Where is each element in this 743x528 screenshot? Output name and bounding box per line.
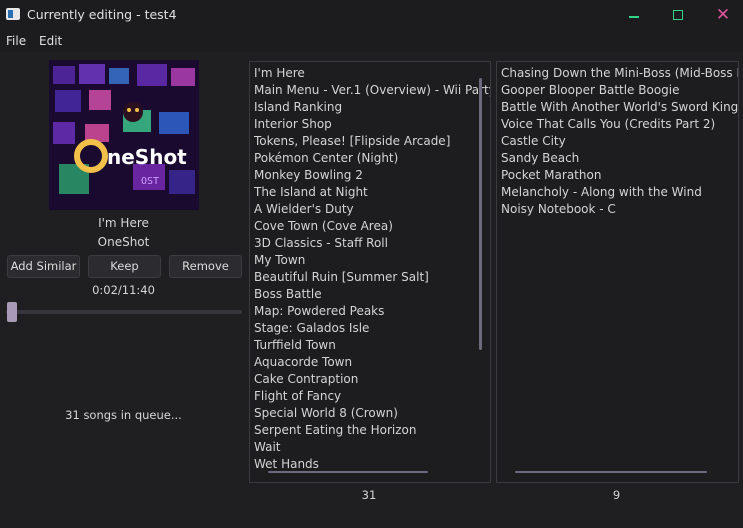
list-item[interactable]: Tokens, Please! [Flipside Arcade]: [254, 133, 490, 150]
list-item[interactable]: Pocket Marathon: [501, 167, 738, 184]
kept-list-hscrollbar[interactable]: [515, 471, 707, 473]
list-item[interactable]: Beautiful Ruin [Summer Salt]: [254, 269, 490, 286]
list-item[interactable]: Aquacorde Town: [254, 354, 490, 371]
list-item[interactable]: Noisy Notebook - C: [501, 201, 738, 218]
queue-list-hscrollbar[interactable]: [268, 471, 428, 473]
keep-button[interactable]: Keep: [88, 255, 161, 278]
menu-edit[interactable]: Edit: [39, 34, 62, 48]
time-display: 0:02/11:40: [92, 283, 155, 297]
album-art: neShot OST: [49, 60, 199, 210]
close-icon[interactable]: ✕: [713, 5, 733, 25]
list-item[interactable]: Castle City: [501, 133, 738, 150]
kept-count: 9: [612, 488, 621, 502]
menu-file[interactable]: File: [6, 34, 26, 48]
queue-count: 31: [361, 488, 377, 502]
list-item[interactable]: Main Menu - Ver.1 (Overview) - Wii Party: [254, 82, 490, 99]
player-panel: neShot OST I'm Here OneShot Add Similar …: [0, 52, 247, 528]
add-similar-button[interactable]: Add Similar: [7, 255, 80, 278]
queue-status: 31 songs in queue...: [65, 408, 182, 422]
list-item[interactable]: Pokémon Center (Night): [254, 150, 490, 167]
list-item[interactable]: Cove Town (Cove Area): [254, 218, 490, 235]
list-item[interactable]: Interior Shop: [254, 116, 490, 133]
window-title: Currently editing - test4: [27, 7, 177, 22]
list-item[interactable]: Special World 8 (Crown): [254, 405, 490, 422]
list-item[interactable]: Sandy Beach: [501, 150, 738, 167]
list-item[interactable]: 3D Classics - Staff Roll: [254, 235, 490, 252]
current-song-artist: OneShot: [97, 235, 150, 249]
menu-bar: File Edit: [0, 30, 743, 52]
list-item[interactable]: Boss Battle: [254, 286, 490, 303]
list-item[interactable]: Gooper Blooper Battle Boogie: [501, 82, 738, 99]
list-item[interactable]: My Town: [254, 252, 490, 269]
title-bar: Currently editing - test4 ✕: [0, 0, 743, 30]
remove-button[interactable]: Remove: [169, 255, 242, 278]
list-item[interactable]: Stage: Galados Isle: [254, 320, 490, 337]
list-item[interactable]: Wait: [254, 439, 490, 456]
list-item[interactable]: Voice That Calls You (Credits Part 2): [501, 116, 738, 133]
seek-slider-handle[interactable]: [6, 302, 17, 322]
seek-slider-track[interactable]: [6, 310, 242, 314]
queue-list-vscrollbar[interactable]: [479, 78, 482, 350]
list-item[interactable]: A Wielder's Duty: [254, 201, 490, 218]
list-item[interactable]: Monkey Bowling 2: [254, 167, 490, 184]
list-item[interactable]: I'm Here: [254, 65, 490, 82]
list-item[interactable]: Melancholy - Along with the Wind: [501, 184, 738, 201]
list-item[interactable]: The Island at Night: [254, 184, 490, 201]
list-item[interactable]: Island Ranking: [254, 99, 490, 116]
list-item[interactable]: Cake Contraption: [254, 371, 490, 388]
album-art-text: neShot: [107, 145, 187, 169]
list-item[interactable]: Battle With Another World's Sword King: [501, 99, 738, 116]
kept-list[interactable]: Chasing Down the Mini-Boss (Mid-Boss Bat…: [496, 61, 739, 483]
maximize-icon[interactable]: [668, 5, 688, 25]
minimize-icon[interactable]: [624, 5, 644, 25]
app-icon: [6, 8, 20, 20]
list-item[interactable]: Turffield Town: [254, 337, 490, 354]
current-song-title: I'm Here: [98, 216, 149, 230]
list-item[interactable]: Flight of Fancy: [254, 388, 490, 405]
list-item[interactable]: Map: Powdered Peaks: [254, 303, 490, 320]
queue-list[interactable]: I'm Here Main Menu - Ver.1 (Overview) - W…: [249, 61, 491, 483]
list-item[interactable]: Chasing Down the Mini-Boss (Mid-Boss Bat…: [501, 65, 738, 82]
list-item[interactable]: Serpent Eating the Horizon: [254, 422, 490, 439]
album-art-subtext: OST: [141, 176, 159, 187]
